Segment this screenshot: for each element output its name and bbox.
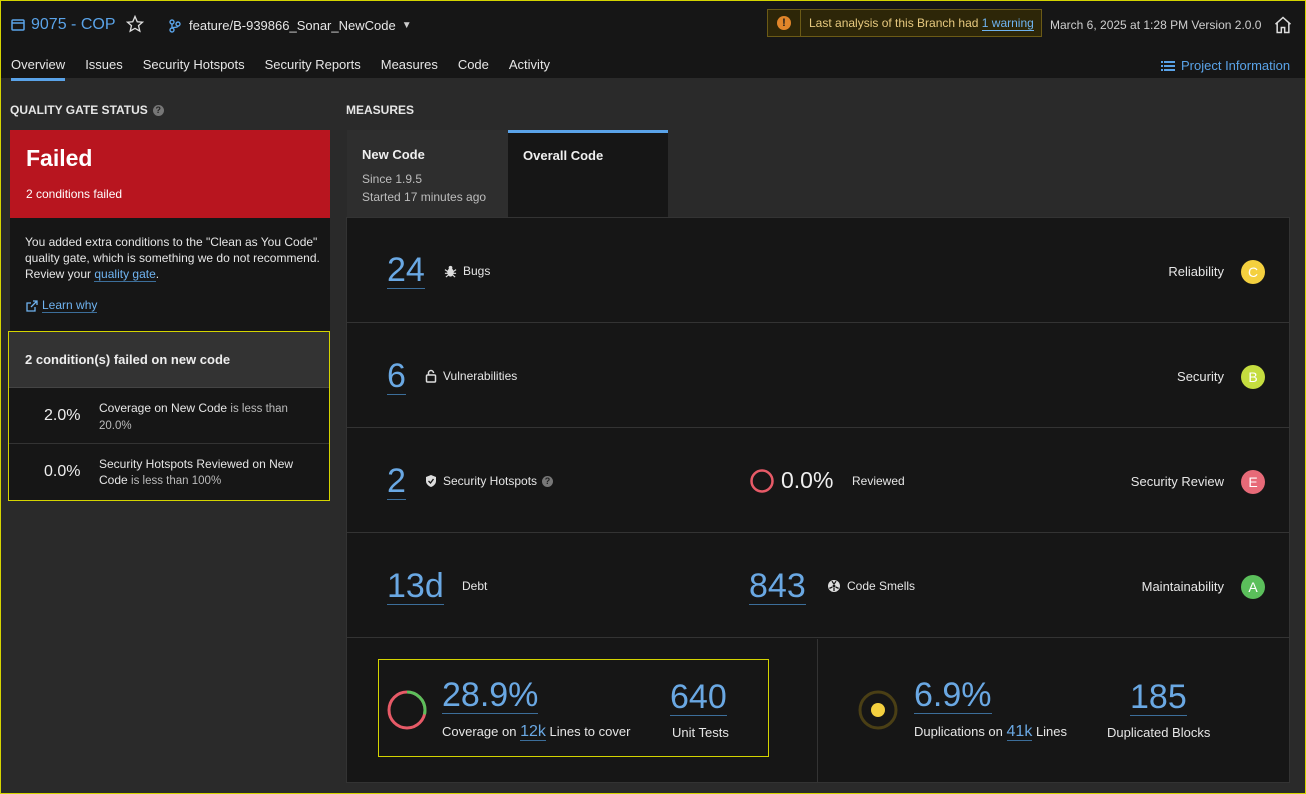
- project-information-label[interactable]: Project Information: [1181, 58, 1290, 73]
- coverage-value[interactable]: 28.9%: [442, 677, 539, 714]
- divider: [817, 639, 818, 783]
- coverage-label-suffix: Lines to cover: [549, 724, 631, 739]
- bugs-label: Bugs: [463, 264, 491, 278]
- hotspots-label: Security Hotspots: [443, 474, 538, 488]
- duplications-icon: [858, 690, 898, 730]
- maintainability-row: 13d Debt 843 Code Smells Maintainability…: [347, 533, 1289, 638]
- tab-measures[interactable]: Measures: [381, 57, 438, 81]
- tab-activity[interactable]: Activity: [509, 57, 550, 81]
- analysis-warning-banner: ! Last analysis of this Branch had 1 war…: [767, 9, 1042, 37]
- project-link[interactable]: 9075 - COP: [11, 16, 115, 34]
- tab-overview[interactable]: Overview: [11, 57, 66, 81]
- top-bar: 9075 - COP feature/B-939866_Sonar_NewCod…: [1, 1, 1305, 81]
- vulnerabilities-count[interactable]: 6: [387, 358, 406, 395]
- tab-issues[interactable]: Issues: [85, 57, 123, 81]
- failed-conditions-box: 2 condition(s) failed on new code 2.0% C…: [8, 331, 330, 501]
- condition-row[interactable]: 2.0% Coverage on New Code is less than 2…: [9, 388, 329, 444]
- new-code-since: Since 1.9.5: [362, 172, 423, 186]
- security-review-rating[interactable]: E: [1241, 470, 1265, 494]
- reliability-label: Reliability: [1168, 264, 1224, 279]
- branch-name[interactable]: feature/B-939866_Sonar_NewCode: [189, 18, 396, 33]
- maintainability-rating[interactable]: A: [1241, 575, 1265, 599]
- favorite-star-icon[interactable]: [125, 14, 145, 36]
- list-icon: [1161, 60, 1175, 71]
- reviewed-ring-icon: [750, 469, 774, 493]
- warning-text: Last analysis of this Branch had: [809, 16, 979, 30]
- code-smells-count[interactable]: 843: [749, 568, 806, 605]
- debt-value[interactable]: 13d: [387, 568, 444, 605]
- home-icon[interactable]: [1273, 15, 1293, 38]
- condition-metric: Coverage on New Code: [99, 401, 228, 415]
- branch-selector[interactable]: feature/B-939866_Sonar_NewCode ▼: [169, 18, 412, 33]
- code-smell-icon: [828, 580, 840, 592]
- tab-overall-code[interactable]: Overall Code: [508, 130, 668, 218]
- unit-tests-label: Unit Tests: [672, 725, 729, 740]
- bug-icon: [444, 265, 457, 278]
- reliability-row: 24 Bugs Reliability C: [347, 218, 1289, 323]
- conditions-failed-summary: 2 conditions failed: [26, 187, 123, 201]
- lock-icon: [425, 369, 437, 383]
- security-rating[interactable]: B: [1241, 365, 1265, 389]
- learn-why-link[interactable]: Learn why: [26, 298, 98, 313]
- debt-label: Debt: [462, 579, 488, 593]
- quality-gate-failed-card: Failed 2 conditions failed: [10, 130, 330, 218]
- project-nav: Overview Issues Security Hotspots Securi…: [11, 57, 570, 81]
- duplications-label-prefix: Duplications on: [914, 724, 1003, 739]
- measures-title: MEASURES: [346, 103, 415, 117]
- duplicated-lines-value[interactable]: 41k: [1006, 723, 1033, 741]
- shield-icon: [426, 475, 436, 487]
- quality-gate-title: QUALITY GATE STATUS ?: [10, 103, 164, 117]
- quality-gate-status: Failed: [26, 145, 93, 171]
- tab-code[interactable]: Code: [458, 57, 489, 81]
- warning-icon: !: [777, 16, 791, 30]
- quality-gate-link[interactable]: quality gate: [94, 267, 156, 282]
- failed-conditions-header: 2 condition(s) failed on new code: [9, 332, 329, 388]
- reviewed-percentage[interactable]: 0.0%: [781, 467, 833, 494]
- maintainability-label: Maintainability: [1141, 579, 1224, 594]
- tab-new-code[interactable]: New Code Since 1.9.5 Started 17 minutes …: [347, 130, 508, 218]
- duplicated-blocks-count[interactable]: 185: [1130, 679, 1187, 716]
- reliability-rating[interactable]: C: [1241, 260, 1265, 284]
- condition-value: 2.0%: [44, 407, 81, 424]
- condition-row[interactable]: 0.0% Security Hotspots Reviewed on New C…: [9, 444, 329, 500]
- project-name[interactable]: 9075 - COP: [31, 16, 115, 34]
- security-review-label: Security Review: [1130, 474, 1224, 489]
- security-review-row: 2 Security Hotspots ? 0.0% Reviewed Secu…: [347, 428, 1289, 533]
- condition-value: 0.0%: [44, 463, 81, 480]
- code-smells-label: Code Smells: [847, 579, 916, 593]
- hotspots-count[interactable]: 2: [387, 463, 406, 500]
- security-label: Security: [1177, 369, 1224, 384]
- measures-panel: 24 Bugs Reliability C 6 Vulnerabilities …: [346, 217, 1290, 783]
- coverage-label-prefix: Coverage on: [442, 724, 517, 739]
- external-link-icon: [26, 299, 38, 312]
- duplicated-blocks-label: Duplicated Blocks: [1107, 725, 1211, 740]
- vulnerabilities-label: Vulnerabilities: [443, 369, 518, 383]
- warning-link[interactable]: 1 warning: [981, 16, 1034, 31]
- reviewed-label: Reviewed: [852, 474, 905, 488]
- unit-tests-count[interactable]: 640: [670, 679, 727, 716]
- help-icon[interactable]: ?: [152, 104, 164, 116]
- coverage-duplication-row: 28.9% Coverage on 12k Lines to cover 640…: [347, 639, 1289, 783]
- security-row: 6 Vulnerabilities Security B: [347, 323, 1289, 428]
- tab-security-hotspots[interactable]: Security Hotspots: [143, 57, 245, 81]
- help-icon[interactable]: ?: [542, 475, 554, 487]
- condition-rule: is less than 100%: [131, 475, 222, 487]
- branch-icon: [169, 18, 181, 33]
- chevron-down-icon[interactable]: ▼: [402, 20, 412, 31]
- analysis-date-version: March 6, 2025 at 1:28 PM Version 2.0.0: [1050, 18, 1262, 32]
- project-icon: [11, 19, 25, 31]
- bugs-count[interactable]: 24: [387, 252, 425, 289]
- coverage-donut-icon: [387, 690, 427, 730]
- new-code-started: Started 17 minutes ago: [362, 190, 487, 204]
- quality-gate-message: You added extra conditions to the "Clean…: [10, 218, 330, 331]
- coverage-box: 28.9% Coverage on 12k Lines to cover 640…: [378, 659, 769, 757]
- project-information-link[interactable]: Project Information: [1161, 58, 1290, 73]
- tab-security-reports[interactable]: Security Reports: [265, 57, 361, 81]
- duplications-label-suffix: Lines: [1035, 724, 1068, 739]
- duplications-value[interactable]: 6.9%: [914, 677, 992, 714]
- lines-to-cover-value[interactable]: 12k: [520, 723, 546, 741]
